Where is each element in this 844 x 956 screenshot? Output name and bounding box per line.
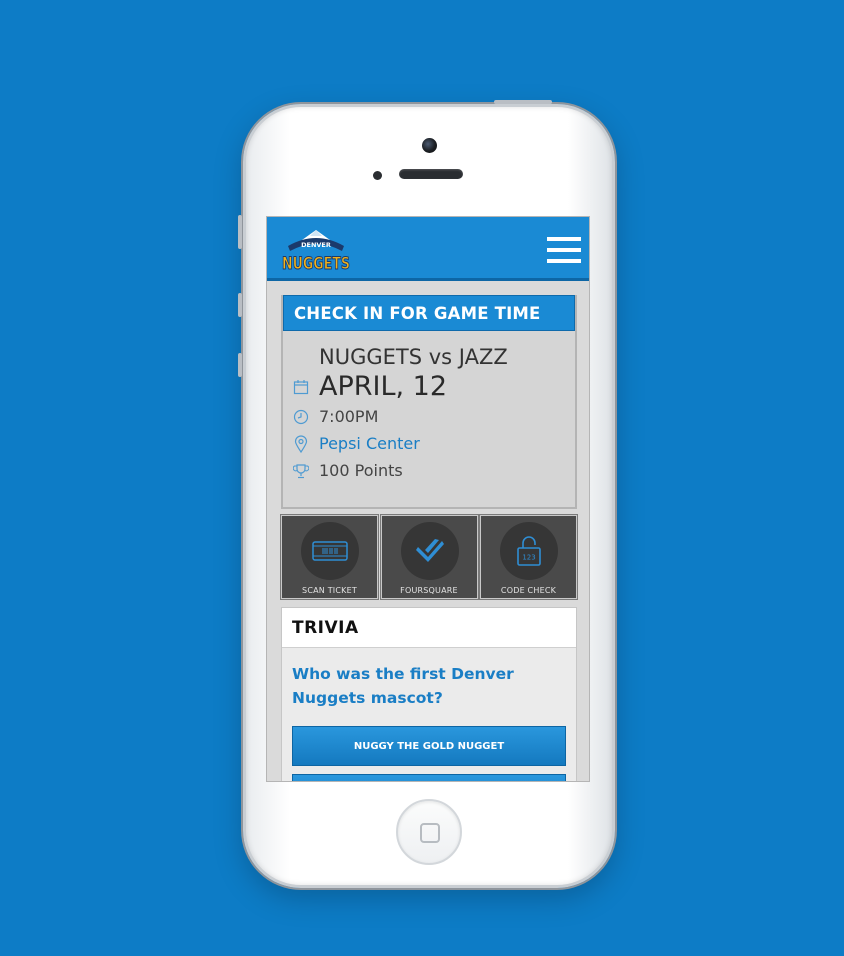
phone-screen: DENVER NUGGETS CHECK IN FOR GAME TIME NU… [266, 216, 590, 782]
menu-bar [547, 259, 581, 263]
points-row: 100 Points [283, 457, 575, 484]
earpiece-speaker [399, 169, 463, 179]
event-details: NUGGETS vs JAZZ APRIL, 12 7:00PM Pepsi C… [283, 331, 575, 507]
matchup-text: NUGGETS vs JAZZ [319, 345, 508, 369]
code-check-label: CODE CHECK [500, 586, 557, 595]
venue-row: Pepsi Center [283, 430, 575, 457]
event-points: 100 Points [319, 461, 403, 480]
clock-icon [283, 409, 319, 425]
hamburger-menu-icon[interactable] [547, 237, 581, 263]
trophy-icon [283, 463, 319, 479]
checkin-title: CHECK IN FOR GAME TIME [283, 295, 575, 331]
home-button[interactable] [396, 799, 462, 865]
foursquare-label: FOURSQUARE [400, 586, 458, 595]
trivia-card: TRIVIA Who was the first Denver Nuggets … [281, 607, 577, 781]
logo-top-text: DENVER [301, 241, 331, 249]
checkin-actions: SCAN TICKET FOURSQUARE 123 CODE CHECK [281, 515, 577, 599]
date-row: APRIL, 12 [283, 371, 575, 403]
venue-link[interactable]: Pepsi Center [319, 430, 420, 457]
event-date: APRIL, 12 [319, 371, 448, 402]
main-content: CHECK IN FOR GAME TIME NUGGETS vs JAZZ A… [267, 281, 589, 781]
foursquare-icon [400, 522, 459, 580]
foursquare-button[interactable]: FOURSQUARE [380, 515, 478, 599]
home-square-icon [420, 823, 440, 843]
lock-code-text: 123 [522, 554, 535, 562]
scan-ticket-button[interactable]: SCAN TICKET [281, 515, 378, 599]
code-check-button[interactable]: 123 CODE CHECK [480, 515, 577, 599]
calendar-icon [283, 379, 319, 395]
volume-up-button [238, 215, 242, 249]
location-pin-icon [283, 434, 319, 453]
event-time: 7:00PM [319, 407, 379, 426]
nuggets-logo[interactable]: DENVER NUGGETS [280, 226, 352, 274]
time-row: 7:00PM [283, 403, 575, 430]
checkin-card: CHECK IN FOR GAME TIME NUGGETS vs JAZZ A… [281, 295, 577, 509]
lock-icon: 123 [500, 522, 558, 580]
volume-down-button [238, 293, 242, 317]
menu-bar [547, 248, 581, 252]
front-camera [422, 138, 437, 153]
menu-bar [547, 237, 581, 241]
proximity-sensor [373, 171, 382, 180]
trivia-answer-button[interactable]: NUGGY THE GOLD NUGGET [292, 726, 566, 766]
app-header: DENVER NUGGETS [267, 217, 589, 281]
power-button [494, 100, 552, 104]
trivia-question: Who was the first Denver Nuggets mascot? [292, 665, 514, 707]
trivia-title: TRIVIA [282, 608, 576, 648]
ticket-icon [301, 522, 359, 580]
logo-main-text: NUGGETS [282, 254, 350, 274]
mute-switch [238, 353, 242, 377]
scan-ticket-label: SCAN TICKET [302, 586, 357, 595]
trivia-answer-button[interactable] [292, 774, 566, 781]
